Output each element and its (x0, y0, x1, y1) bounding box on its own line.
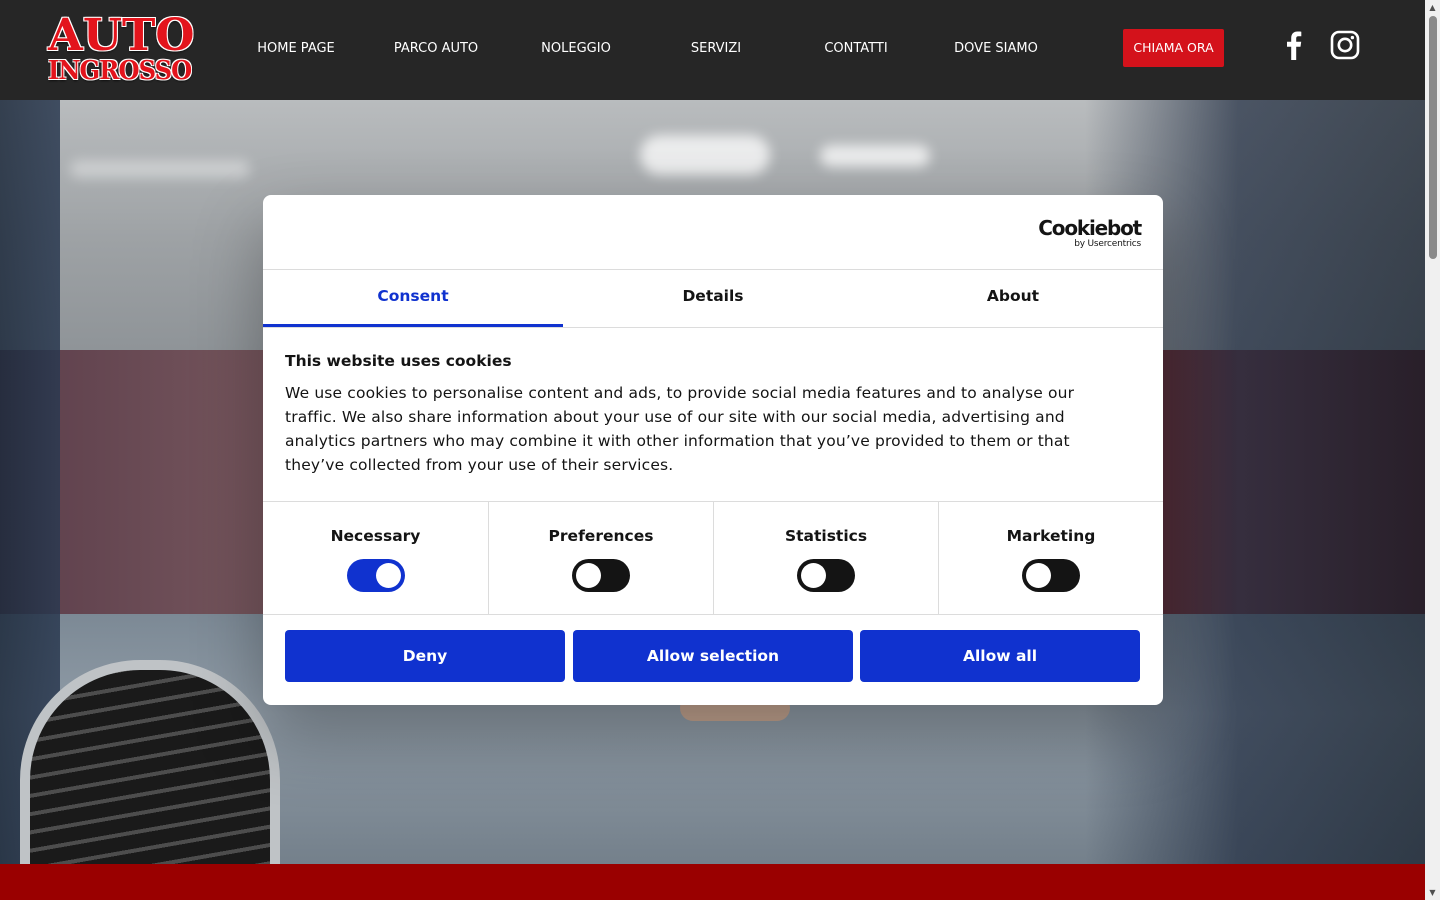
dialog-body-text: We use cookies to personalise content an… (285, 384, 1075, 474)
site-header: AUTO INGROSSO HOME PAGE PARCO AUTO NOLEG… (0, 0, 1425, 100)
category-statistics: Statistics (713, 502, 938, 614)
toggle-knob (576, 563, 601, 588)
dialog-title: This website uses cookies (285, 352, 512, 370)
ceiling-light (70, 160, 250, 178)
tab-about[interactable]: About (863, 270, 1163, 328)
instagram-icon[interactable] (1329, 29, 1361, 61)
cookiebot-logo-text: Cookiebot (1038, 216, 1142, 240)
deny-button[interactable]: Deny (285, 630, 565, 682)
nav-item-home[interactable]: HOME PAGE (257, 40, 335, 58)
toggle-knob (375, 563, 401, 588)
scroll-up-arrow-icon[interactable]: ▲ (1425, 0, 1440, 15)
toggle-knob (801, 563, 826, 588)
category-label: Statistics (784, 527, 868, 545)
dialog-tabs: Consent Details About (263, 270, 1163, 328)
nav-item-parco-auto[interactable]: PARCO AUTO (394, 40, 478, 58)
dialog-actions: Deny Allow selection Allow all (285, 630, 1141, 682)
nav-item-noleggio[interactable]: NOLEGGIO (541, 40, 611, 58)
ceiling-light (820, 145, 930, 167)
site-logo[interactable]: AUTO INGROSSO (47, 10, 197, 86)
allow-all-button[interactable]: Allow all (860, 630, 1140, 682)
cookie-consent-dialog: Cookiebot by Usercentrics Consent Detail… (263, 195, 1163, 705)
logo-text-ingrosso: INGROSSO (48, 56, 192, 86)
necessary-toggle[interactable] (346, 559, 405, 592)
car-grille-shape (20, 660, 280, 864)
facebook-icon[interactable] (1278, 29, 1310, 61)
allow-selection-button[interactable]: Allow selection (573, 630, 853, 682)
tab-consent[interactable]: Consent (263, 270, 563, 328)
category-label: Preferences (548, 527, 654, 545)
toggle-knob (1026, 563, 1051, 588)
category-preferences: Preferences (488, 502, 713, 614)
category-marketing: Marketing (938, 502, 1163, 614)
preferences-toggle[interactable] (572, 559, 630, 592)
statistics-toggle[interactable] (797, 559, 855, 592)
scroll-down-arrow-icon[interactable]: ▼ (1425, 885, 1440, 900)
cookie-category-toggles: Necessary Preferences Statistics Marketi… (263, 502, 1163, 614)
marketing-toggle[interactable] (1022, 559, 1080, 592)
call-now-button[interactable]: CHIAMA ORA (1123, 29, 1224, 67)
cookiebot-logo[interactable]: Cookiebot by Usercentrics (1037, 216, 1142, 249)
tab-details[interactable]: Details (563, 270, 863, 328)
category-necessary: Necessary (263, 502, 488, 614)
divider (263, 614, 1163, 615)
nav-item-dove-siamo[interactable]: DOVE SIAMO (954, 40, 1038, 58)
nav-item-servizi[interactable]: SERVIZI (691, 40, 741, 58)
category-label: Necessary (330, 527, 421, 545)
footer-red-strip (0, 864, 1425, 900)
nav-item-contatti[interactable]: CONTATTI (824, 40, 887, 58)
page-scrollbar[interactable]: ▲ ▼ (1425, 0, 1440, 900)
category-label: Marketing (1006, 527, 1096, 545)
ceiling-light (640, 135, 770, 175)
scroll-thumb[interactable] (1429, 16, 1437, 259)
cookiebot-logo-subtext: by Usercentrics (1074, 239, 1141, 249)
logo-text-auto: AUTO (48, 10, 195, 61)
divider (263, 327, 1163, 328)
